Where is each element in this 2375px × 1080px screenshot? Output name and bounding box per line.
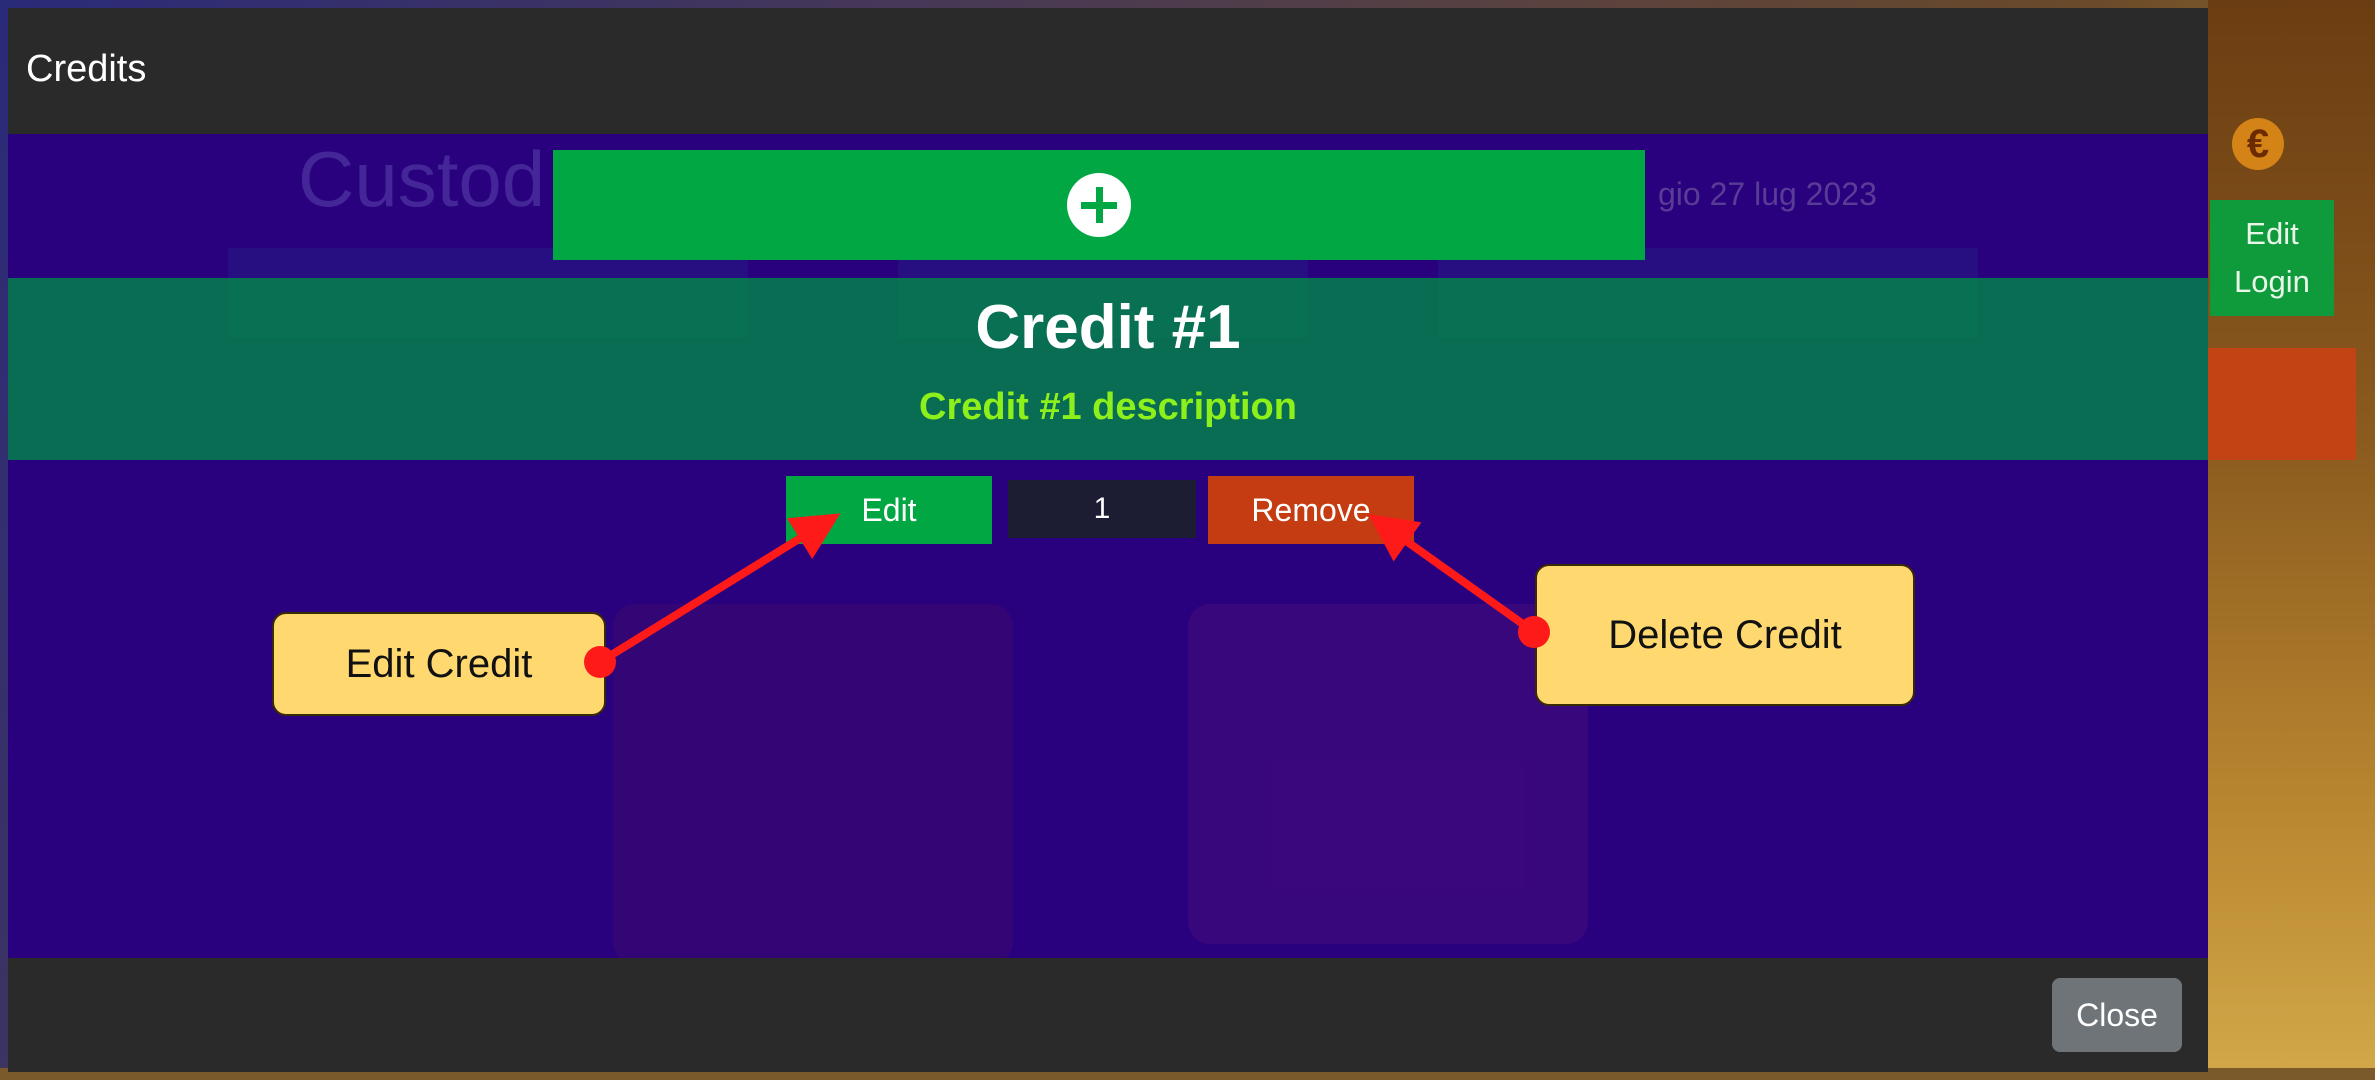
background-date: gio 27 lug 2023 <box>1658 176 1877 212</box>
background-orange-bar <box>2208 348 2356 460</box>
modal-title: Credits <box>26 48 147 90</box>
edit-login-label-line1: Edit <box>2245 216 2299 251</box>
modal-header: Credits <box>8 8 2208 134</box>
add-credit-button[interactable] <box>553 150 1645 260</box>
currency-icon: € <box>2232 118 2284 170</box>
background-app-title: Custod <box>298 135 546 223</box>
background-right-strip <box>2208 0 2375 1080</box>
background-tile <box>613 604 1013 958</box>
credits-modal: Credits Custod gio 27 lug 2023 Credit #1… <box>8 8 2208 1072</box>
credit-order-field[interactable] <box>1008 480 1196 538</box>
modal-footer <box>8 958 2208 1072</box>
edit-login-label-line2: Login <box>2234 264 2310 299</box>
background-tile <box>1188 604 1588 944</box>
remove-credit-button[interactable]: Remove <box>1208 476 1414 544</box>
delete-credit-callout: Delete Credit <box>1535 564 1915 706</box>
modal-body: Custod gio 27 lug 2023 Credit #1 Credit … <box>8 134 2208 958</box>
close-button[interactable]: Close <box>2052 978 2182 1052</box>
credit-title: Credit #1 <box>975 293 1241 362</box>
plus-circle-icon <box>1067 173 1131 237</box>
credit-description: Credit #1 description <box>919 386 1297 428</box>
edit-credit-callout: Edit Credit <box>272 612 606 716</box>
edit-login-button[interactable]: Edit Login <box>2210 200 2334 316</box>
edit-credit-button[interactable]: Edit <box>786 476 992 544</box>
